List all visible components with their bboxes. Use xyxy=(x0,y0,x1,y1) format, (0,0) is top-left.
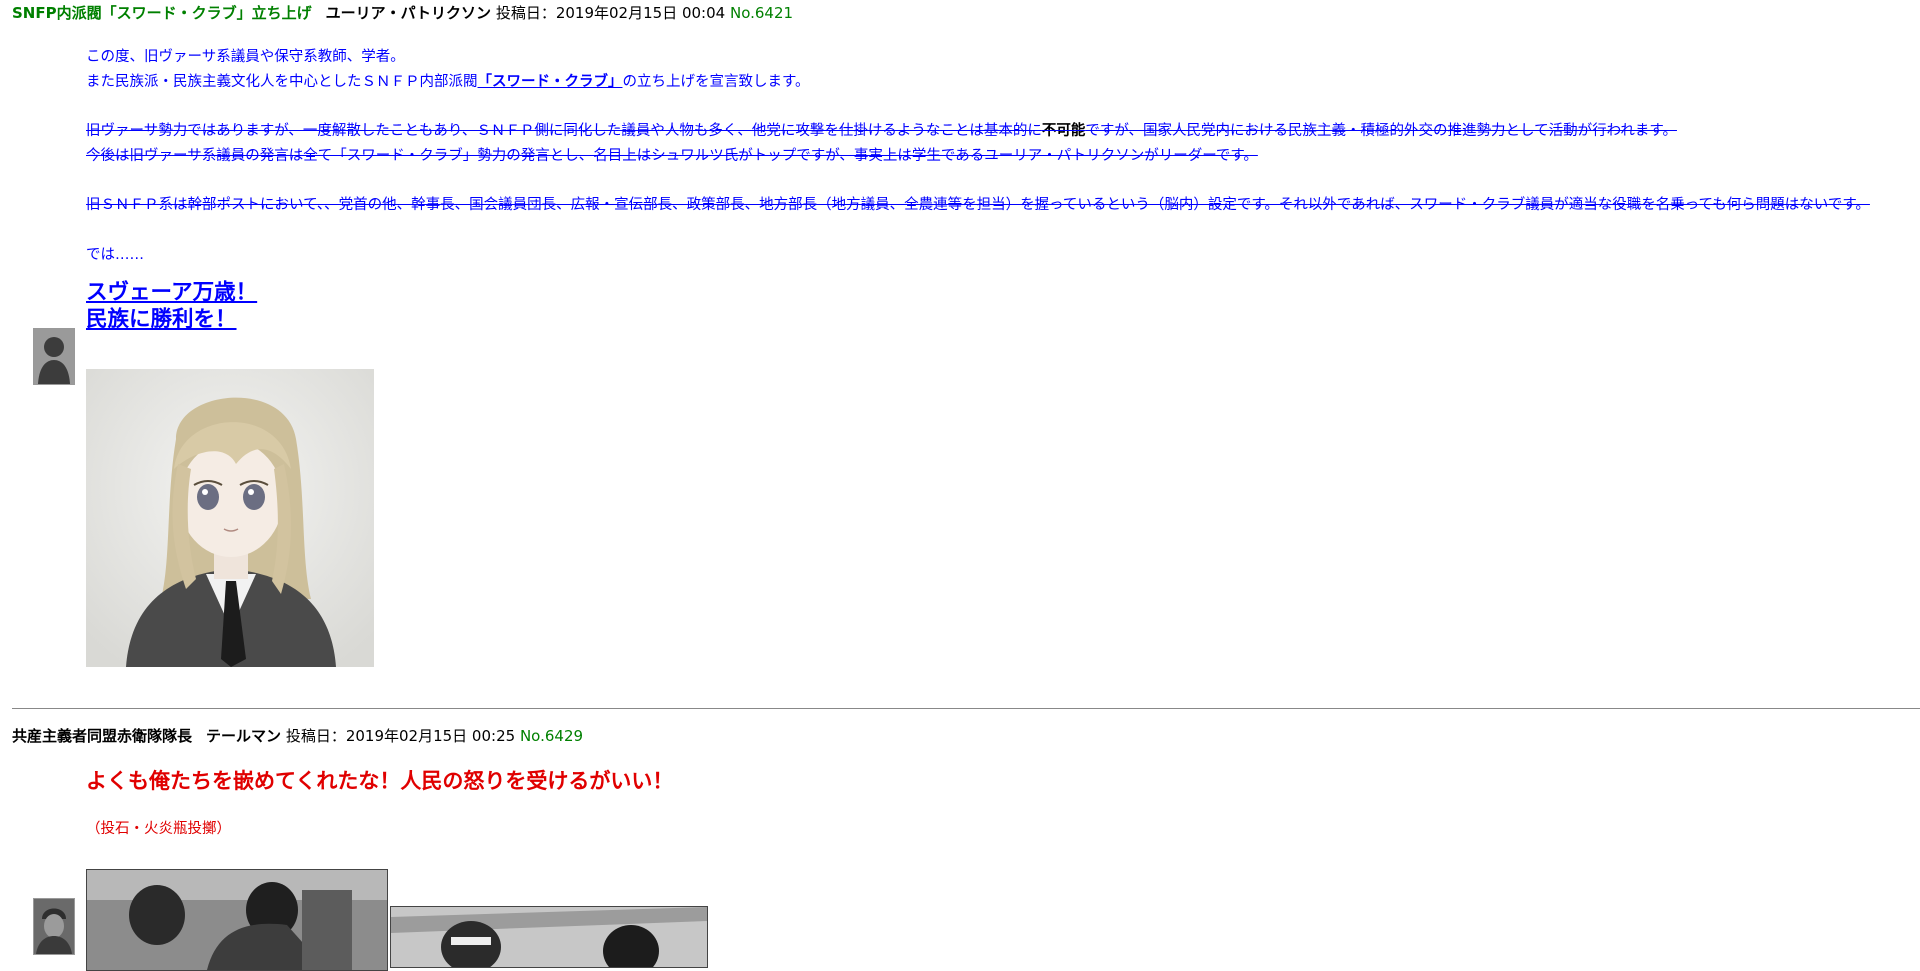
body-line: また民族派・民族主義文化人を中心としたＳＮＦＰ内部派閥「スワード・クラブ」の立ち… xyxy=(86,73,810,90)
struck-line: 旧ヴァーサ勢力ではありますが、一度解散したこともあり、ＳＮＦＰ側に同化した議員や… xyxy=(86,123,1677,139)
body-line: この度、旧ヴァーサ系議員や保守系教師、学者。 xyxy=(86,49,405,65)
avatar[interactable] xyxy=(33,328,75,385)
portrait-image xyxy=(86,369,374,667)
post-divider xyxy=(12,708,1920,709)
closing-text: では…… xyxy=(86,246,144,263)
struck-line: 今後は旧ヴァーサ系議員の発言は全て「スワード・クラブ」勢力の発言とし、名目上はシ… xyxy=(86,147,1258,164)
slogan-line: スヴェーア万歳！ xyxy=(86,280,258,305)
post-number[interactable]: No.6421 xyxy=(730,4,793,22)
post-title: 共産主義者同盟赤衛隊隊長 xyxy=(12,727,193,745)
post-date: 投稿日：2019年02月15日 00:04 xyxy=(495,4,726,22)
slogan-line: 民族に勝利を！ xyxy=(86,307,237,332)
sword-club-link[interactable]: 「スワード・クラブ」 xyxy=(478,74,623,90)
action-note: （投石・火炎瓶投擲） xyxy=(86,821,231,837)
silhouette-icon xyxy=(34,329,74,384)
headline-text: よくも俺たちを嵌めてくれたな！人民の怒りを受けるがいい！ xyxy=(86,769,674,793)
post-body: よくも俺たちを嵌めてくれたな！人民の怒りを受けるがいい！ （投石・火炎瓶投擲） xyxy=(86,765,1910,838)
post-author: テールマン xyxy=(206,727,282,745)
avatar[interactable] xyxy=(33,898,75,955)
riot-photo xyxy=(390,906,708,968)
post-header: SNFP内派閥「スワード・クラブ」立ち上げ ユーリア・パトリクソン 投稿日：201… xyxy=(12,2,793,23)
post-header: 共産主義者同盟赤衛隊隊長 テールマン 投稿日：2019年02月15日 00:25 … xyxy=(12,725,583,746)
post-body: この度、旧ヴァーサ系議員や保守系教師、学者。 また民族派・民族主義文化人を中心と… xyxy=(86,45,1910,333)
soldier-icon xyxy=(34,899,74,954)
struck-line: 旧ＳＮＦＰ系は幹部ポストにおいて、、党首の他、幹事長、国会議員団長、広報・宣伝部… xyxy=(86,197,1870,213)
post-date: 投稿日：2019年02月15日 00:25 xyxy=(285,727,516,745)
riot-photo xyxy=(86,869,388,971)
post-author: ユーリア・パトリクソン xyxy=(325,4,492,22)
post-title: SNFP内派閥「スワード・クラブ」立ち上げ xyxy=(12,4,312,22)
post-number[interactable]: No.6429 xyxy=(520,727,583,745)
